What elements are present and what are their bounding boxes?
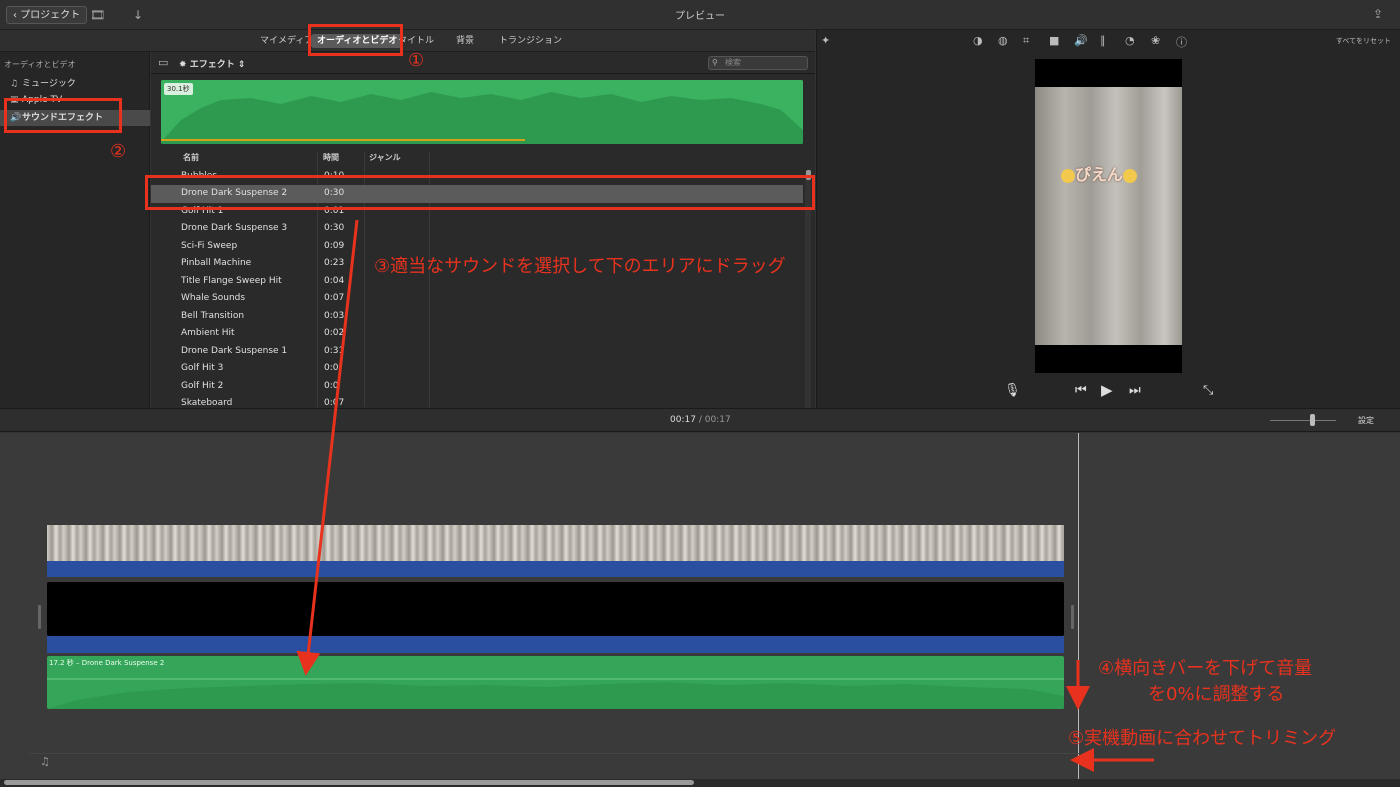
annotation-arrows (296, 219, 1154, 772)
drag-arrow (296, 219, 359, 676)
